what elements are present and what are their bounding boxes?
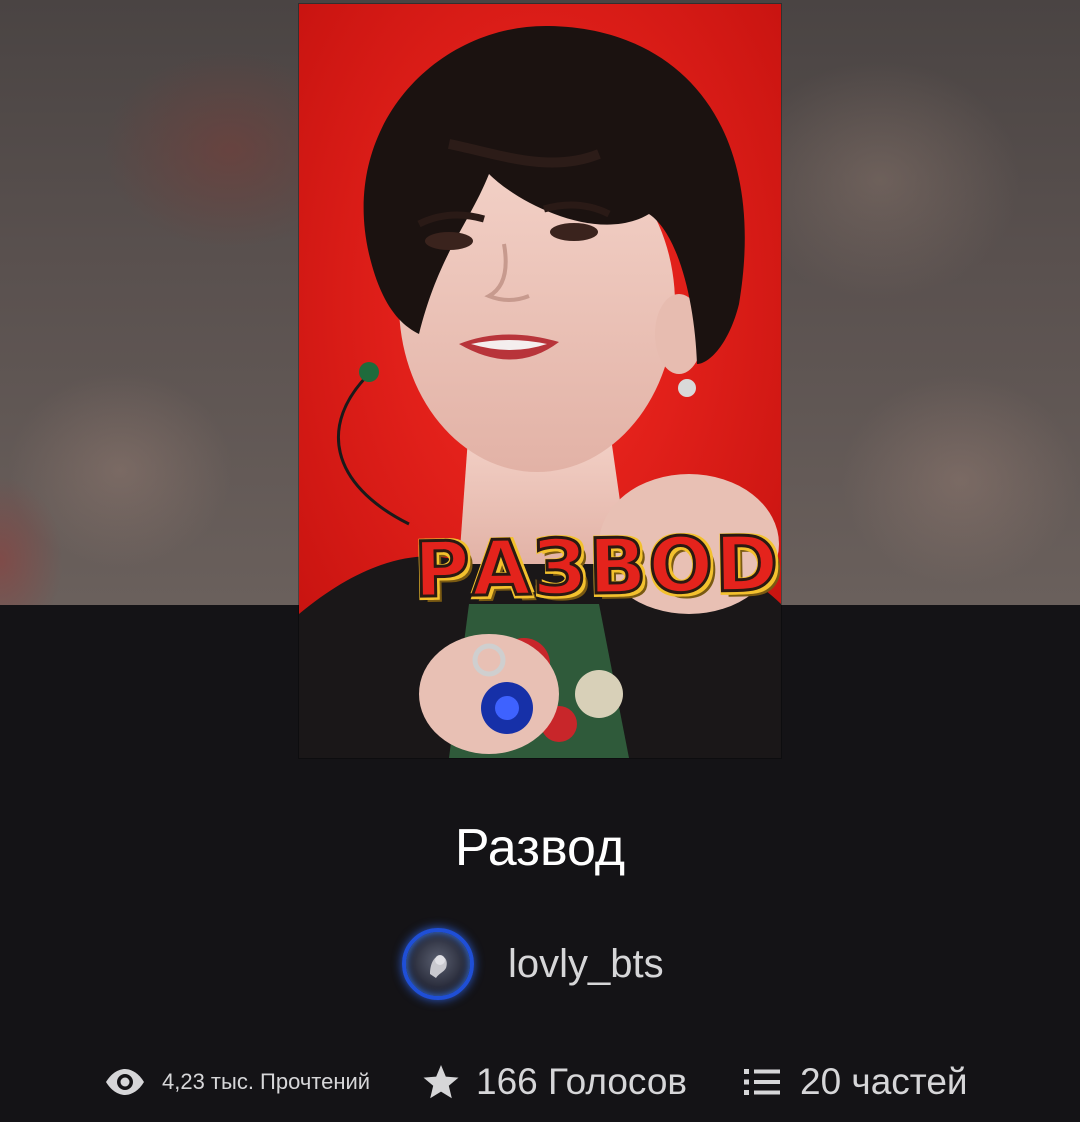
votes-stat: 166 Голосов: [422, 1050, 687, 1114]
story-details-page: РАЗВОD Развод lovly_bts 4,23 тыс. Прочте…: [0, 0, 1080, 1122]
parts-stat[interactable]: 20 частей: [744, 1050, 968, 1114]
reads-stat: 4,23 тыс. Прочтений: [104, 1050, 370, 1114]
author-link[interactable]: lovly_bts: [402, 924, 664, 1004]
votes-count: 166 Голосов: [476, 1061, 688, 1102]
parts-count: 20 частей: [800, 1061, 968, 1102]
cover-title-text: РАЗВОD: [412, 517, 781, 615]
story-title: Развод: [454, 819, 626, 877]
author-username[interactable]: lovly_bts: [508, 934, 664, 994]
cover-artwork: [299, 4, 781, 758]
author-avatar[interactable]: [402, 928, 474, 1000]
story-stats: 4,23 тыс. Прочтений 166 Голосов 20 часте…: [0, 1050, 1080, 1114]
star-icon: [422, 1064, 460, 1100]
eye-icon: [104, 1068, 146, 1096]
reads-count: 4,23 тыс. Прочтений: [162, 1069, 371, 1094]
list-icon: [744, 1067, 780, 1097]
avatar-image: [430, 955, 447, 978]
story-cover[interactable]: РАЗВОD: [299, 4, 781, 758]
